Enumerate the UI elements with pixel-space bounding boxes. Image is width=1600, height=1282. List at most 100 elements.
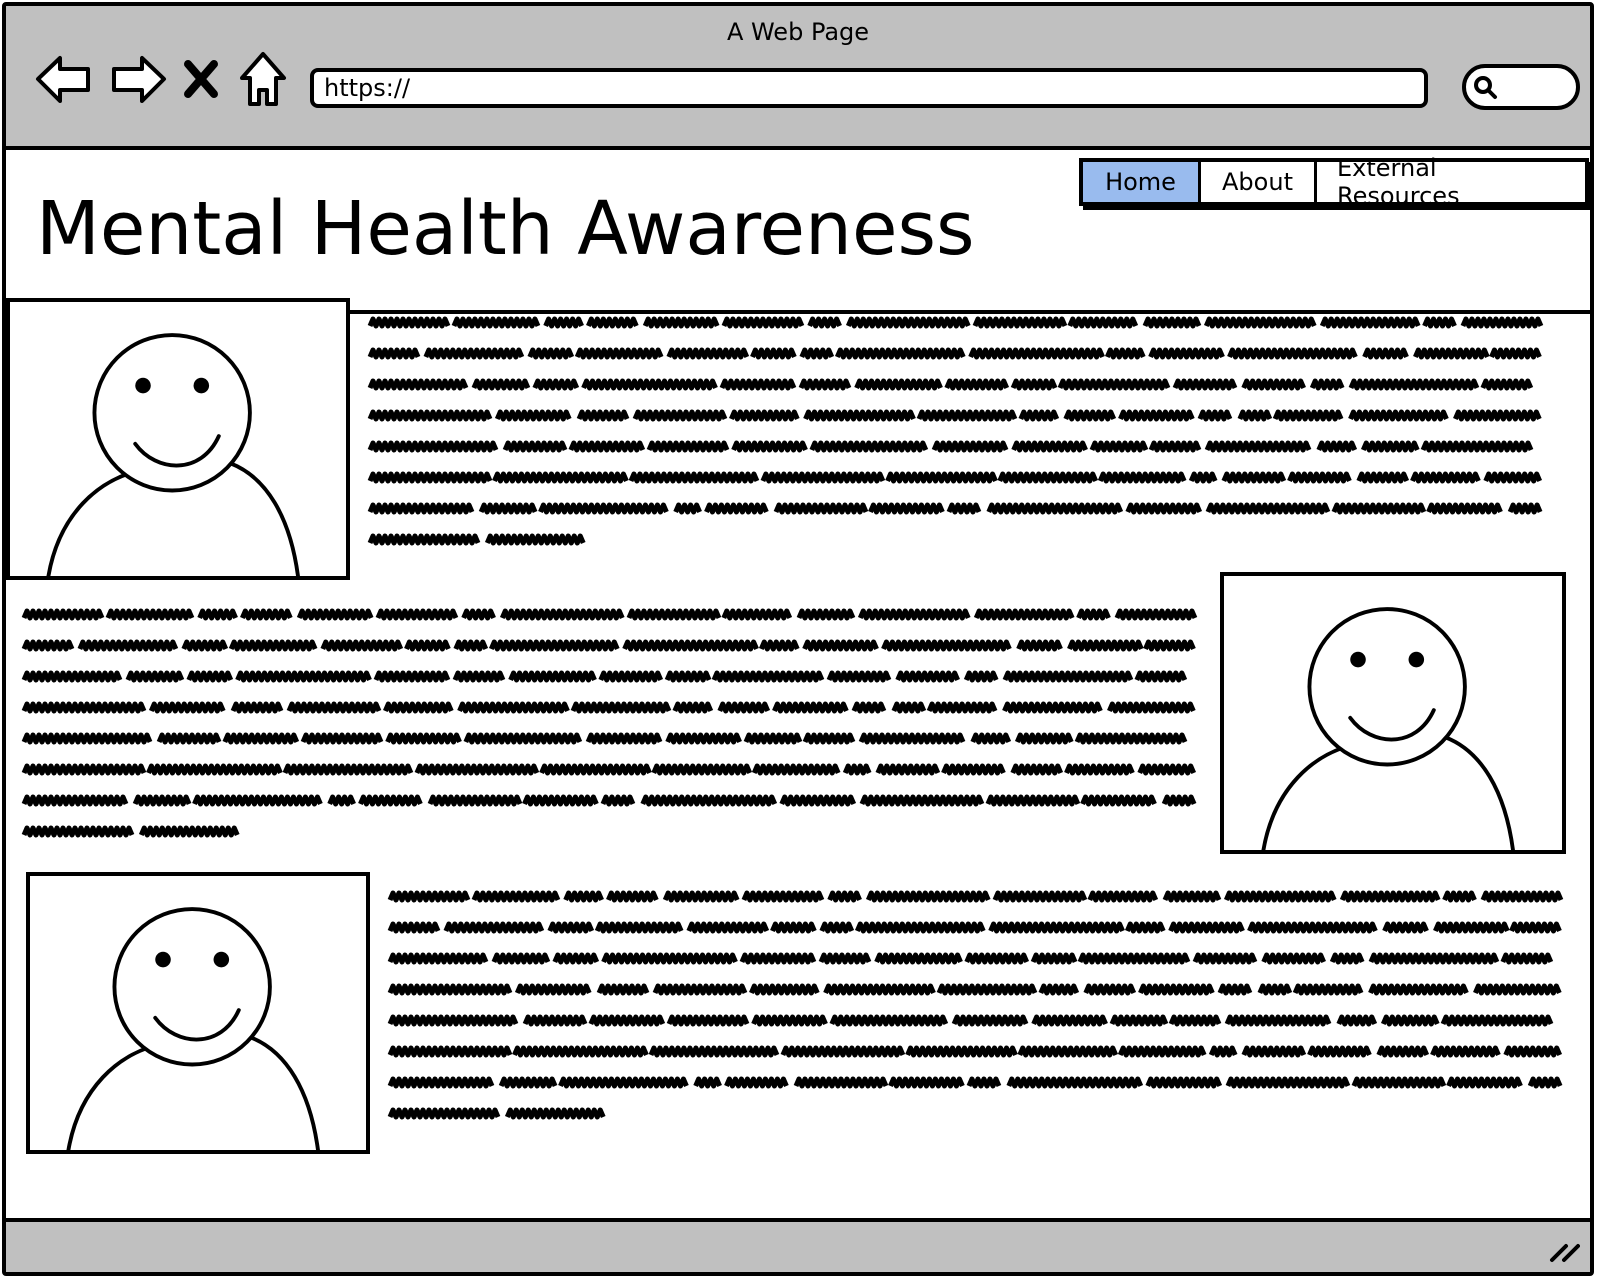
scribble-word: [1430, 1045, 1501, 1058]
scribble-word: [640, 794, 778, 807]
scribble-word: [951, 1014, 1029, 1027]
scribble-word: [666, 347, 750, 360]
scribble-word: [387, 1107, 501, 1120]
scribble-word: [799, 347, 835, 360]
scribble-word: [367, 502, 475, 515]
scribble-word: [484, 533, 586, 546]
scribble-word: [594, 921, 684, 934]
scribble-word: [731, 440, 808, 453]
scribble-word: [1168, 921, 1245, 934]
scribble-word: [197, 608, 238, 621]
scribble-word: [1203, 316, 1317, 329]
search-box[interactable]: [1462, 64, 1580, 110]
scribble-word: [367, 471, 493, 484]
scribble-word: [673, 502, 702, 515]
home-icon: [240, 52, 286, 106]
scribble-word: [1188, 471, 1218, 484]
scribble-word: [807, 316, 842, 329]
scribble-word: [471, 378, 531, 391]
scribble-word: [1348, 378, 1480, 391]
scribble-word: [749, 983, 820, 996]
scribble-word: [1104, 347, 1146, 360]
scribble-word: [358, 794, 423, 807]
avatar-image-1: [6, 298, 350, 580]
scribble-word: [1077, 952, 1191, 965]
scribble-word: [387, 1045, 513, 1058]
scribble-word: [527, 347, 575, 360]
resize-grip-icon[interactable]: [1548, 1236, 1580, 1264]
scribble-word: [1292, 983, 1364, 996]
scribble-word: [1480, 890, 1564, 903]
scribble-word: [1125, 502, 1203, 515]
scribble-word: [156, 732, 222, 745]
scribble-word: [1227, 347, 1358, 360]
avatar-image-3: [26, 872, 370, 1154]
scribble-word: [1063, 409, 1117, 422]
scribble-word: [1064, 763, 1135, 776]
scribble-word: [539, 763, 652, 776]
scribble-word: [367, 347, 421, 360]
scribble-word: [423, 347, 525, 360]
scribble-word: [823, 983, 936, 996]
scribble-lines: [387, 890, 1564, 1120]
scribble-word: [1460, 316, 1544, 329]
scribble-word: [802, 639, 879, 652]
scribble-word: [1410, 471, 1481, 484]
url-input[interactable]: https://: [310, 68, 1428, 108]
scribble-word: [1057, 378, 1171, 391]
scribble-word: [463, 732, 583, 745]
scribble-word: [21, 639, 75, 652]
scribble-word: [586, 316, 639, 329]
scribble-word: [1329, 952, 1365, 965]
scribble-word: [1118, 409, 1195, 422]
back-button[interactable]: [34, 48, 96, 110]
paragraph-placeholder-3: [386, 884, 1566, 1130]
scribble-word: [181, 639, 229, 652]
scribble-word: [461, 608, 496, 621]
scribble-word: [858, 732, 966, 745]
scribble-word: [300, 732, 384, 745]
scribble-word: [547, 921, 595, 934]
scribble-word: [963, 670, 999, 683]
scribble-word: [574, 347, 664, 360]
scribble-word: [1074, 732, 1188, 745]
scribble-word: [125, 670, 185, 683]
scribble-word: [552, 952, 600, 965]
scribble-word: [854, 921, 986, 934]
scribble-word: [1114, 608, 1198, 621]
scribble-word: [1018, 409, 1060, 422]
scribble-word: [286, 701, 382, 714]
home-button[interactable]: [236, 48, 290, 110]
scribble-word: [936, 983, 1038, 996]
forward-button[interactable]: [106, 48, 168, 110]
scribble-word: [1148, 440, 1202, 453]
scribble-word: [1247, 921, 1378, 934]
tab-external-resources[interactable]: External Resources: [1317, 154, 1585, 210]
stop-button[interactable]: [178, 48, 224, 110]
scribble-word: [834, 347, 966, 360]
scribble-word: [1124, 921, 1166, 934]
scribble-word: [751, 1014, 828, 1027]
scribble-word: [1030, 952, 1078, 965]
scribble-word: [522, 794, 599, 807]
scribble-word: [563, 890, 604, 903]
tab-home[interactable]: Home: [1083, 162, 1201, 202]
scribble-word: [711, 670, 825, 683]
scribble-word: [1067, 316, 1139, 329]
scribble-word: [1503, 1045, 1563, 1058]
scribble-word: [471, 890, 561, 903]
scribble-word: [228, 639, 318, 652]
scribble-word: [1489, 347, 1542, 360]
scribble-word: [1224, 1014, 1332, 1027]
scribble-word: [146, 763, 283, 776]
scribble-word: [532, 378, 580, 391]
scribble-word: [387, 1014, 519, 1027]
scribble-word: [383, 701, 454, 714]
scribble-word: [1483, 471, 1543, 484]
scribble-word: [845, 316, 971, 329]
scribble-word: [1002, 701, 1103, 714]
tab-about[interactable]: About: [1201, 162, 1317, 202]
scribble-word: [1197, 409, 1233, 422]
scribble-word: [508, 670, 597, 683]
scribble-word: [1241, 378, 1306, 391]
